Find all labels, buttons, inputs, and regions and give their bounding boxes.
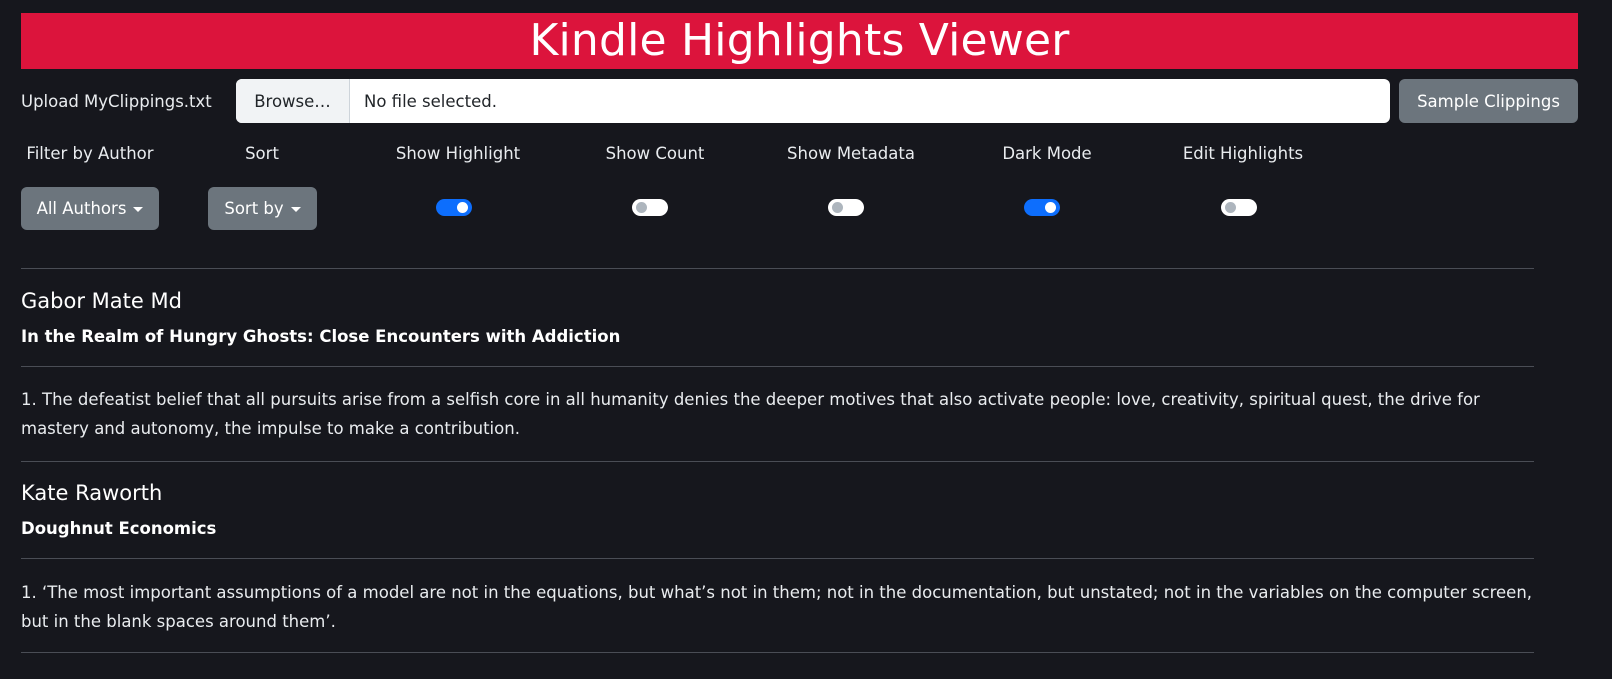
toggle-label-dark-mode: Dark Mode [1002, 144, 1092, 163]
toggle-label-show-metadata: Show Metadata [787, 144, 915, 163]
book-title: Doughnut Economics [21, 519, 217, 538]
toggle-edit-highlights[interactable] [1221, 199, 1257, 216]
toggle-dark-mode[interactable] [1024, 199, 1060, 216]
toggle-show-count[interactable] [632, 199, 668, 216]
toggle-knob [636, 202, 647, 213]
filter-author-label: Filter by Author [26, 144, 154, 163]
toggle-knob [1225, 202, 1236, 213]
sort-value: Sort by [224, 199, 284, 218]
author-name: Kate Raworth [21, 481, 163, 505]
toggle-show-metadata[interactable] [828, 199, 864, 216]
toggle-show-highlight[interactable] [436, 199, 472, 216]
chevron-down-icon [290, 207, 301, 212]
toggle-label-edit-highlights: Edit Highlights [1182, 144, 1304, 163]
author-filter-value: All Authors [36, 199, 127, 218]
author-name: Gabor Mate Md [21, 289, 182, 313]
book-title: In the Realm of Hungry Ghosts: Close Enc… [21, 327, 621, 346]
controls-panel: Filter by Author Sort Show Highlight Sho… [0, 0, 1612, 260]
divider [21, 558, 1534, 559]
highlight-text: 1. ‘The most important assumptions of a … [21, 583, 1533, 631]
sort-dropdown[interactable]: Sort by [208, 187, 317, 230]
author-filter-dropdown[interactable]: All Authors [21, 187, 159, 230]
toggle-knob [832, 202, 843, 213]
divider [21, 268, 1534, 269]
toggle-label-show-highlight: Show Highlight [395, 144, 521, 163]
divider [21, 461, 1534, 462]
highlight-text: 1. The defeatist belief that all pursuit… [21, 390, 1480, 438]
chevron-down-icon [133, 207, 144, 212]
toggle-knob [1045, 202, 1056, 213]
toggle-label-show-count: Show Count [605, 144, 705, 163]
divider [21, 652, 1534, 653]
toggle-knob [457, 202, 468, 213]
sort-label: Sort [245, 144, 279, 163]
divider [21, 366, 1534, 367]
